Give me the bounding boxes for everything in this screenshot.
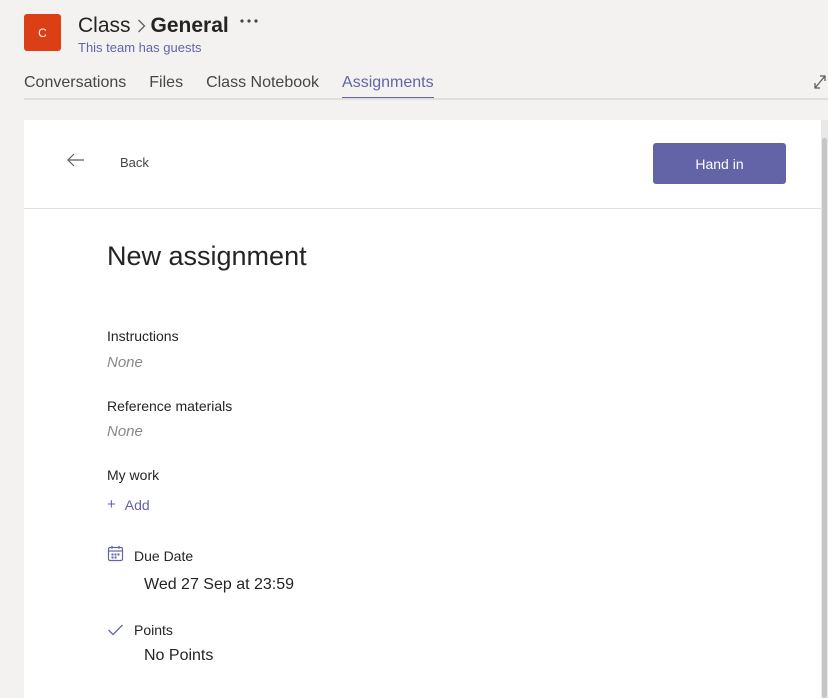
- add-work-label: Add: [124, 496, 150, 513]
- instructions-label: Instructions: [107, 328, 179, 344]
- team-avatar-initial: C: [38, 25, 47, 40]
- instructions-value: None: [107, 354, 143, 371]
- breadcrumb: Class General: [78, 12, 259, 40]
- team-avatar[interactable]: C: [24, 14, 61, 51]
- checkmark-icon: [107, 623, 124, 637]
- points-value: No Points: [144, 647, 214, 664]
- scrollbar-thumb[interactable]: [822, 138, 827, 698]
- back-arrow-icon[interactable]: [66, 152, 86, 168]
- back-button[interactable]: Back: [120, 155, 149, 170]
- reference-materials-value: None: [107, 423, 143, 440]
- expand-icon[interactable]: [812, 72, 828, 90]
- my-work-label: My work: [107, 467, 160, 483]
- breadcrumb-team-name[interactable]: Class: [78, 14, 131, 38]
- due-date-value: Wed 27 Sep at 23:59: [144, 576, 295, 593]
- calendar-icon: [107, 545, 124, 562]
- team-header: C Class General This team has guests Con…: [0, 0, 828, 118]
- tab-assignments[interactable]: Assignments: [342, 74, 434, 100]
- tabs-divider: [24, 98, 828, 100]
- more-icon[interactable]: [239, 18, 259, 24]
- plus-icon: +: [107, 496, 116, 513]
- hand-in-button[interactable]: Hand in: [653, 143, 786, 184]
- channel-tabs: Conversations Files Class Notebook Assig…: [24, 74, 457, 100]
- add-work-button[interactable]: + Add: [107, 496, 150, 513]
- points-label: Points: [134, 622, 173, 638]
- assignment-panel: Back Hand in New assignment Instructions…: [24, 120, 821, 698]
- chevron-right-icon: [137, 19, 146, 33]
- guest-note[interactable]: This team has guests: [78, 40, 202, 55]
- assignment-title: New assignment: [107, 241, 307, 271]
- panel-divider: [24, 208, 821, 209]
- tab-class-notebook[interactable]: Class Notebook: [206, 74, 319, 98]
- breadcrumb-channel-name: General: [150, 14, 229, 37]
- tab-files[interactable]: Files: [149, 74, 183, 98]
- due-date-label: Due Date: [134, 548, 194, 564]
- tab-conversations[interactable]: Conversations: [24, 74, 126, 98]
- reference-materials-label: Reference materials: [107, 398, 233, 414]
